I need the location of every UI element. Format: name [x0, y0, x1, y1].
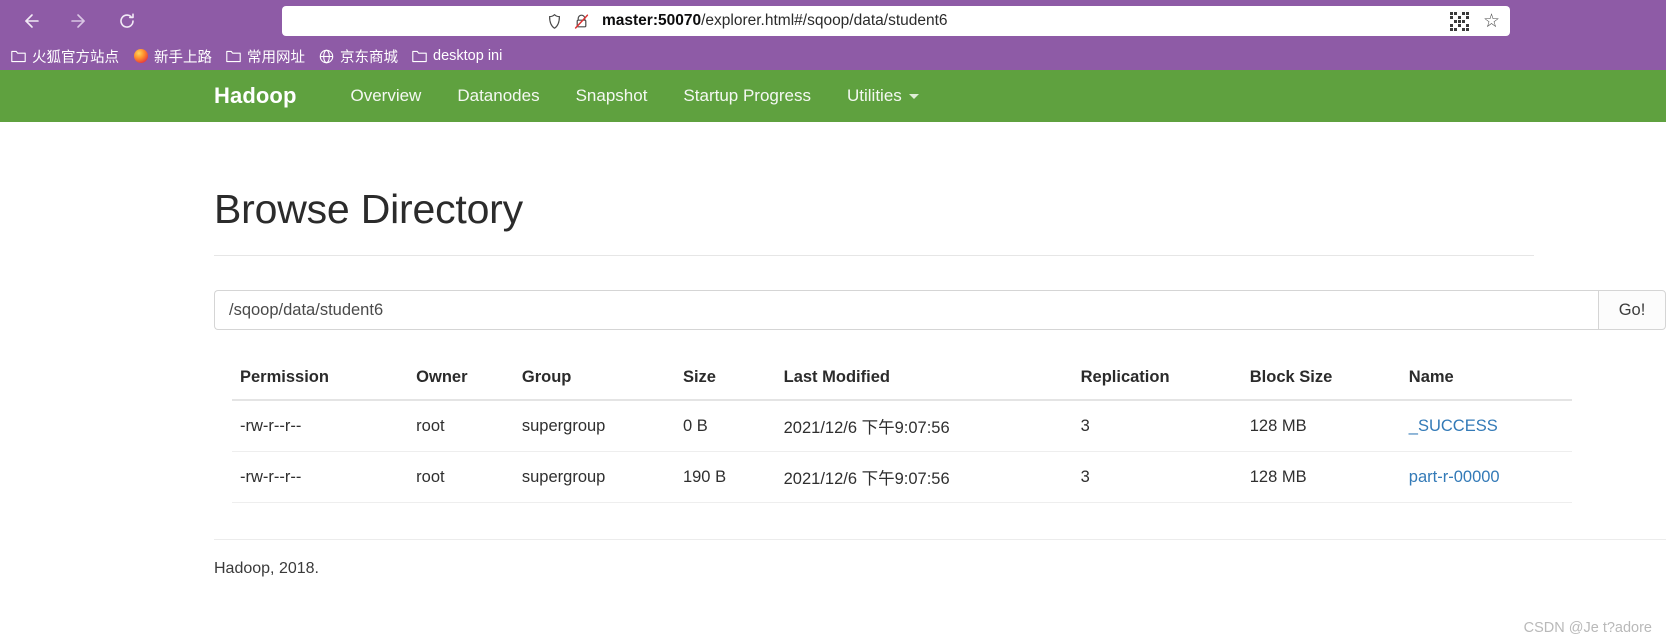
title-divider [214, 255, 1534, 256]
cell-last-modified: 2021/12/6 下午9:07:56 [775, 451, 1073, 503]
nav-link-utilities-label: Utilities [846, 86, 902, 105]
blocked-permissions-icon[interactable] [573, 13, 590, 30]
nav-link-overview[interactable]: Overview [332, 86, 439, 106]
browser-chrome: master:50070/explorer.html#/sqoop/data/s… [0, 0, 1666, 70]
cell-owner: root [408, 400, 514, 452]
nav-link-utilities[interactable]: Utilities [829, 86, 937, 106]
cell-size: 190 B [674, 451, 776, 503]
nav-link-datanodes[interactable]: Datanodes [439, 86, 557, 106]
bookmark-item[interactable]: 常用网址 [221, 44, 314, 69]
column-header-owner[interactable]: Owner [408, 364, 514, 401]
url-text: master:50070/explorer.html#/sqoop/data/s… [602, 12, 948, 30]
address-bar[interactable]: master:50070/explorer.html#/sqoop/data/s… [282, 6, 1510, 36]
file-listing-table: Permission Owner Group Size Last Modifie… [232, 364, 1572, 503]
reload-button[interactable] [114, 8, 140, 34]
column-header-name[interactable]: Name [1400, 364, 1572, 401]
content-container: Browse Directory Go! Permission Owner Gr… [214, 186, 1666, 578]
bookmark-label: 新手上路 [154, 49, 212, 66]
main-content: Browse Directory Go! Permission Owner Gr… [0, 186, 1666, 578]
table-head: Permission Owner Group Size Last Modifie… [232, 364, 1572, 401]
cell-last-modified: 2021/12/6 下午9:07:56 [775, 400, 1073, 452]
go-button[interactable]: Go! [1598, 290, 1666, 330]
nav-link-startup-progress[interactable]: Startup Progress [665, 86, 829, 106]
bookmarks-bar: 火狐官方站点 新手上路 常用网址 京东商城 desktop ini [0, 42, 1666, 70]
column-header-size[interactable]: Size [674, 364, 776, 401]
brand-hadoop[interactable]: Hadoop [214, 83, 296, 109]
column-header-permission[interactable]: Permission [232, 364, 409, 401]
file-link[interactable]: _SUCCESS [1409, 417, 1498, 435]
column-header-replication[interactable]: Replication [1072, 364, 1242, 401]
watermark: CSDN @Je t?adore [1523, 620, 1652, 636]
column-header-block-size[interactable]: Block Size [1241, 364, 1401, 401]
column-header-last-modified[interactable]: Last Modified [775, 364, 1073, 401]
bookmark-label: 京东商城 [340, 49, 398, 66]
cell-permission: -rw-r--r-- [232, 400, 409, 452]
table-body: -rw-r--r-- root supergroup 0 B 2021/12/6… [232, 400, 1572, 503]
cell-group: supergroup [513, 451, 675, 503]
cell-owner: root [408, 451, 514, 503]
url-path: /explorer.html#/sqoop/data/student6 [701, 12, 948, 29]
cell-permission: -rw-r--r-- [232, 451, 409, 503]
nav-link-snapshot[interactable]: Snapshot [558, 86, 666, 106]
back-button[interactable] [18, 8, 44, 34]
bookmark-label: 火狐官方站点 [32, 49, 119, 66]
cell-name: _SUCCESS [1400, 400, 1572, 452]
cell-block-size: 128 MB [1241, 451, 1401, 503]
bookmark-item[interactable]: 火狐官方站点 [6, 44, 128, 69]
footer-text: Hadoop, 2018. [214, 560, 319, 577]
hadoop-navbar: Hadoop Overview Datanodes Snapshot Start… [0, 70, 1666, 122]
column-header-group[interactable]: Group [513, 364, 675, 401]
cell-block-size: 128 MB [1241, 400, 1401, 452]
urlbar-container: master:50070/explorer.html#/sqoop/data/s… [140, 6, 1652, 36]
qr-code-icon[interactable] [1449, 11, 1469, 31]
bookmark-label: 常用网址 [247, 49, 305, 66]
urlbar-actions: ☆ [1449, 11, 1502, 31]
chevron-down-icon [908, 93, 919, 99]
table-row: -rw-r--r-- root supergroup 0 B 2021/12/6… [232, 400, 1572, 452]
cell-size: 0 B [674, 400, 776, 452]
file-link[interactable]: part-r-00000 [1409, 468, 1500, 486]
url-host: master:50070 [602, 12, 702, 29]
page-title: Browse Directory [214, 186, 523, 232]
navigation-buttons [14, 8, 140, 34]
browser-toolbar: master:50070/explorer.html#/sqoop/data/s… [0, 0, 1666, 42]
page-root: master:50070/explorer.html#/sqoop/data/s… [0, 0, 1666, 644]
firefox-icon [133, 49, 148, 64]
path-input[interactable] [214, 290, 1598, 330]
folder-icon [226, 49, 241, 64]
cell-replication: 3 [1072, 451, 1242, 503]
table-row: -rw-r--r-- root supergroup 190 B 2021/12… [232, 451, 1572, 503]
path-form: Go! [214, 290, 1666, 330]
table-header-row: Permission Owner Group Size Last Modifie… [232, 364, 1572, 401]
globe-icon [319, 49, 334, 64]
folder-icon [412, 49, 427, 64]
cell-name: part-r-00000 [1400, 451, 1572, 503]
folder-icon [11, 49, 26, 64]
cell-replication: 3 [1072, 400, 1242, 452]
star-icon[interactable]: ☆ [1483, 12, 1500, 31]
bookmark-label: desktop ini [433, 48, 503, 64]
bookmark-item[interactable]: 新手上路 [128, 44, 221, 69]
navbar-links: Overview Datanodes Snapshot Startup Prog… [332, 86, 936, 106]
bookmark-item[interactable]: desktop ini [407, 46, 511, 66]
shield-icon[interactable] [546, 13, 563, 30]
bookmark-item[interactable]: 京东商城 [314, 44, 407, 69]
cell-group: supergroup [513, 400, 675, 452]
forward-button[interactable] [66, 8, 92, 34]
